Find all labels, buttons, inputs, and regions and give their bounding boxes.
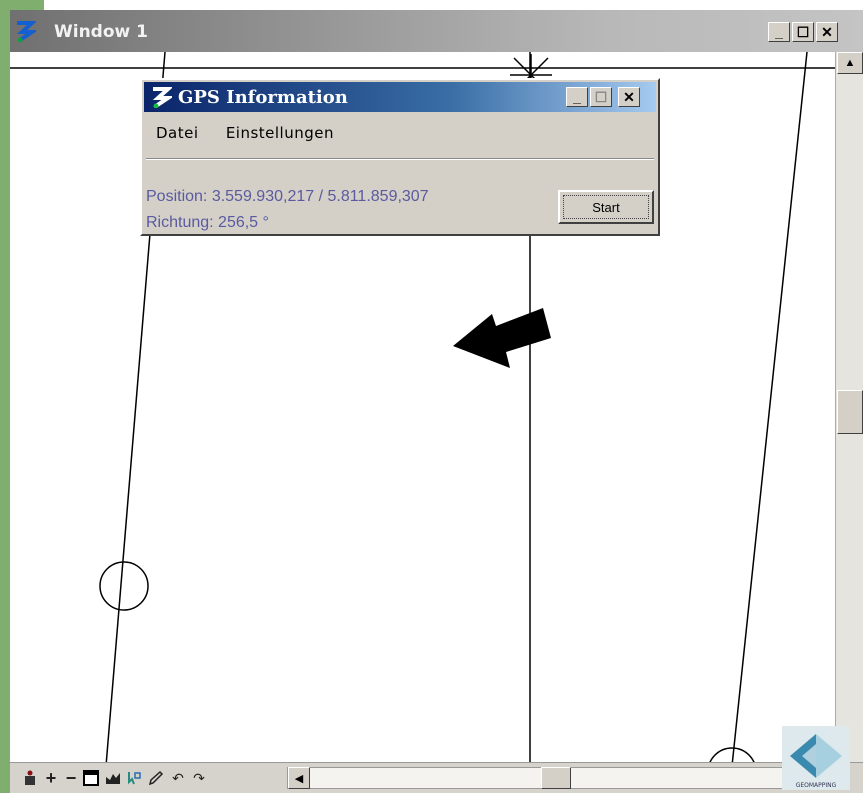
vertical-scroll-thumb[interactable] [837, 390, 863, 434]
direction-arrow-icon [453, 308, 551, 368]
minimize-button[interactable]: _ [768, 22, 790, 42]
scroll-up-button[interactable]: ▲ [837, 52, 863, 74]
redo-icon[interactable]: ↷ [191, 769, 207, 787]
map-point-circle [99, 561, 149, 611]
close-button[interactable]: ✕ [816, 22, 838, 42]
window-icon[interactable] [83, 769, 99, 787]
geomapping-logo: GEOMAPPING [782, 726, 850, 790]
main-window: Window 1 _ ☐ ✕ ▲ + − ↶ ↷ ◀ GPS Informati… [10, 10, 863, 793]
main-window-title: Window 1 [54, 22, 148, 42]
menu-einstellungen[interactable]: Einstellungen [226, 124, 334, 142]
gps-dialog-titlebar[interactable]: GPS Information _ ☐ ✕ [144, 82, 656, 112]
close-icon: ✕ [821, 23, 833, 40]
maximize-icon: ☐ [796, 23, 810, 40]
pan-icon[interactable] [105, 769, 121, 787]
minimize-icon: _ [775, 24, 783, 40]
maximize-icon: ☐ [594, 88, 608, 105]
bottom-toolbar: + − ↶ ↷ ◀ [10, 762, 863, 793]
start-button[interactable]: Start [558, 190, 654, 224]
undo-icon[interactable]: ↶ [170, 769, 186, 787]
maximize-button[interactable]: ☐ [792, 22, 814, 42]
gps-menubar: Datei Einstellungen [156, 124, 356, 142]
gps-information-dialog: GPS Information _ ☐ ✕ Datei Einstellunge… [140, 78, 660, 236]
minimize-icon: _ [573, 89, 581, 105]
main-window-titlebar[interactable]: Window 1 _ ☐ ✕ [10, 10, 863, 52]
horizontal-scroll-thumb[interactable] [541, 767, 571, 789]
arrow-left-icon: ◀ [294, 772, 304, 785]
gps-dialog-title: GPS Information [178, 87, 348, 108]
gps-close-button[interactable]: ✕ [618, 87, 640, 107]
gps-maximize-button[interactable]: ☐ [590, 87, 612, 107]
menu-datei[interactable]: Datei [156, 124, 199, 142]
gps-dialog-logo-icon [150, 86, 175, 109]
gps-direction-text: Richtung: 256,5 ° [146, 214, 269, 231]
close-icon: ✕ [623, 88, 635, 105]
zoom-in-icon[interactable]: + [43, 768, 59, 788]
gps-position-text: Position: 3.559.930,217 / 5.811.859,307 [146, 188, 429, 205]
gps-minimize-button[interactable]: _ [566, 87, 588, 107]
start-button-label: Start [592, 199, 620, 215]
desktop-background [0, 0, 10, 793]
scroll-left-button[interactable]: ◀ [288, 767, 310, 789]
menu-separator [146, 158, 654, 160]
horizontal-scrollbar[interactable]: ◀ [287, 767, 793, 789]
svg-text:GEOMAPPING: GEOMAPPING [796, 782, 837, 789]
app-logo-icon [14, 20, 39, 43]
zoom-out-icon[interactable]: − [63, 768, 79, 788]
vertical-scrollbar[interactable]: ▲ [835, 52, 863, 766]
select-icon[interactable] [126, 769, 142, 787]
map-line-right [731, 52, 808, 766]
arrow-up-icon: ▲ [844, 57, 856, 69]
pen-icon[interactable] [148, 769, 164, 787]
person-icon[interactable] [22, 769, 38, 787]
